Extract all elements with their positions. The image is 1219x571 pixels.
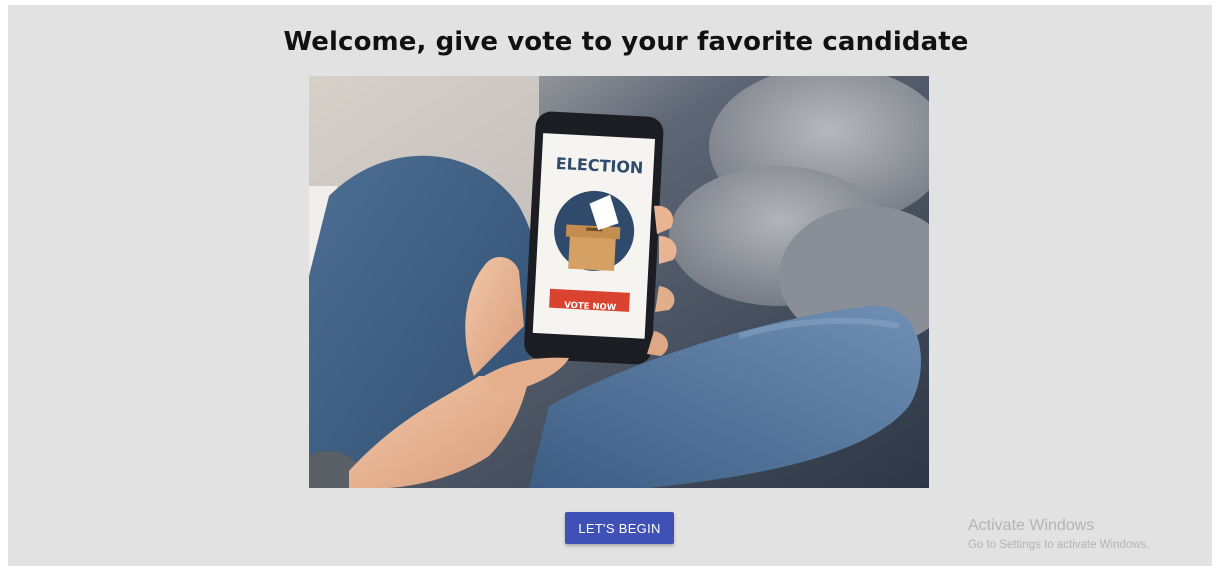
hero-image: ELECTION VOTE NOW: [309, 76, 929, 488]
activate-windows-text: Activate Windows: [968, 517, 1095, 534]
page: Welcome, give vote to your favorite cand…: [8, 5, 1212, 566]
activate-windows-hint: Go to Settings to activate Windows.: [968, 539, 1150, 551]
page-title: Welcome, give vote to your favorite cand…: [283, 27, 969, 57]
lets-begin-button[interactable]: LET'S BEGIN: [565, 512, 674, 544]
windows-activation-watermark: Activate Windows Go to Settings to activ…: [968, 517, 1150, 551]
hero-illustration: [309, 76, 929, 488]
phone-screen: ELECTION VOTE NOW: [543, 135, 657, 313]
